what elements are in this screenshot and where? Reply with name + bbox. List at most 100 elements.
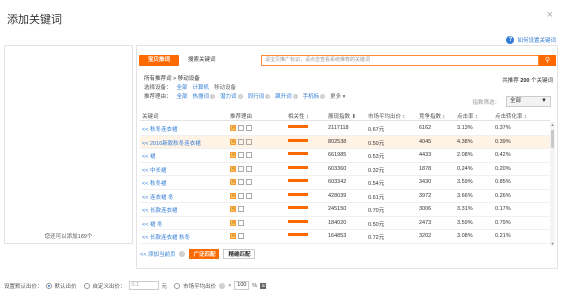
col-relevance[interactable]: 相关性 ↕ xyxy=(288,112,309,120)
relevance-bar xyxy=(288,192,292,196)
relevance-bars xyxy=(288,165,308,169)
table-row[interactable]: << 长款连衣裙 热 245150 0.70元 3006 3.31% 0.17% xyxy=(140,203,550,217)
keyword-add-link[interactable]: << 2016新款秋冬连衣裙 xyxy=(142,139,201,147)
radio-market-bid[interactable] xyxy=(174,282,181,289)
col-price[interactable]: 市场平均出价 ↕ xyxy=(368,112,405,120)
competition-index: 4433 xyxy=(419,152,432,158)
reason-mobile[interactable]: 手机标? xyxy=(303,93,326,102)
relevance-bar xyxy=(292,179,296,182)
percent-input[interactable]: 100 xyxy=(234,281,250,290)
col-cvr[interactable]: 点击转化率 ↕ xyxy=(495,112,527,120)
reason-tags: 热 xyxy=(230,152,252,158)
relevance-bar xyxy=(292,152,296,155)
table-row[interactable]: << 长款连衣裙 秋冬 热 164853 0.72元 3202 3.08% 0.21% xyxy=(140,230,550,244)
add-current-page-button[interactable]: << 添加当前页 xyxy=(140,250,175,258)
relevance-bar xyxy=(300,219,304,223)
search-icon[interactable]: ⚲ xyxy=(539,55,556,66)
custom-bid-input[interactable]: 0.1 xyxy=(128,281,159,290)
more-dropdown[interactable]: 更多 ▾ xyxy=(330,93,345,102)
index-filter-select[interactable]: 全部 ▼ xyxy=(506,96,551,107)
hot-tag-icon: 热 xyxy=(230,152,236,158)
help-link[interactable]: ? 如何设置关键词 xyxy=(506,36,556,44)
table-row[interactable]: << 连衣裙 冬 热 428039 0.61元 3972 3.66% 0.26% xyxy=(140,190,550,203)
search-input[interactable]: 请宝贝推广标识，请点击查看系统推荐的关键词 xyxy=(261,55,539,66)
col-impression[interactable]: 展现指数 ⬇ xyxy=(328,112,356,120)
radio-custom-bid[interactable] xyxy=(83,282,90,289)
click-rate: 3.08% xyxy=(457,233,473,239)
hot-tag-icon: 热 xyxy=(230,233,236,239)
table-footer: << 添加当前页 ? 广泛匹配 精确匹配 xyxy=(140,249,256,259)
device-mobile[interactable]: 移动设备 xyxy=(214,84,236,93)
click-rate: 2.08% xyxy=(457,152,473,158)
device-all[interactable]: 全部 xyxy=(177,84,188,93)
impression-index: 2117118 xyxy=(328,125,349,131)
reason-all[interactable]: 全部 xyxy=(177,93,188,102)
keyword-add-link[interactable]: << 长款连衣裙 xyxy=(142,206,177,214)
reason-tags: 热 xyxy=(230,233,244,239)
broad-match-button[interactable]: 广泛匹配 xyxy=(189,249,220,259)
avg-price: 0.53元 xyxy=(368,154,385,160)
unit-label: 元 xyxy=(161,283,168,290)
relevance-bar xyxy=(296,192,300,196)
keyword-add-link[interactable]: << 连衣裙 冬 xyxy=(142,193,173,201)
device-tag-icon xyxy=(238,192,244,199)
col-reason[interactable]: 推荐理由 xyxy=(230,112,252,120)
scroll-thumb xyxy=(551,130,554,148)
keyword-add-link[interactable]: << 裙 冬 xyxy=(142,220,162,228)
device-pc[interactable]: 计算机 xyxy=(193,84,210,93)
col-competition[interactable]: 竞争指数 ↕ xyxy=(419,112,445,120)
table-row[interactable]: << 裙 冬 热 184020 0.50元 2473 3.59% 0.79% xyxy=(140,217,550,230)
keyword-add-link[interactable]: << 裙 xyxy=(142,152,155,160)
col-ctr[interactable]: 点击率 ↕ xyxy=(457,112,478,120)
impression-index: 603342 xyxy=(328,179,347,185)
avg-price: 0.67元 xyxy=(368,127,385,133)
impression-index: 428039 xyxy=(328,192,347,199)
relevance-bar xyxy=(296,138,300,142)
relevance-bar xyxy=(288,152,292,155)
device-tag-icon xyxy=(246,125,252,131)
keyword-add-link[interactable]: << 长款连衣裙 秋冬 xyxy=(142,233,190,241)
info-icon: ? xyxy=(320,94,326,100)
relevance-bar xyxy=(292,125,296,128)
keyword-add-link[interactable]: << 秋冬连衣裙 xyxy=(142,125,177,133)
impression-index: 184020 xyxy=(328,219,347,226)
relevance-bar xyxy=(296,152,300,155)
conversion-rate: 0.42% xyxy=(495,152,511,158)
relevance-bar xyxy=(300,125,304,128)
help-label[interactable]: 如何设置关键词 xyxy=(517,36,556,44)
tab-search-keyword[interactable]: 搜索关键词 xyxy=(179,55,225,66)
default-bid-settings: 设置默认出价： 默认出价 自定义出价： 0.1 元 市场平均出价 ? × 100… xyxy=(4,281,267,290)
reason-peer[interactable]: 同行词? xyxy=(248,93,271,102)
reason-rising[interactable]: 飙升词? xyxy=(275,93,298,102)
impression-index: 603360 xyxy=(328,165,347,172)
help-icon: ? xyxy=(506,36,515,44)
impression-index: 245150 xyxy=(328,206,347,212)
competition-index: 6162 xyxy=(419,125,432,131)
hot-tag-icon: 热 xyxy=(230,179,236,185)
relevance-bar xyxy=(292,192,296,196)
keyword-add-link[interactable]: << 秋冬裙 xyxy=(142,179,166,187)
close-icon[interactable]: × xyxy=(547,9,553,21)
dialog-title: 添加关键词 xyxy=(7,14,62,26)
index-filter-label: 指数筛选： xyxy=(472,100,500,106)
table-row[interactable]: << 2016新款秋冬连衣裙 热 802538 0.50元 4045 4.38% 0.39% xyxy=(140,135,550,149)
tab-item-recommend[interactable]: 宝贝推词 xyxy=(139,55,180,66)
device-tag-icon xyxy=(246,192,252,199)
calculator-icon[interactable]: ⊞ xyxy=(260,282,267,289)
reason-hot[interactable]: 热搜词? xyxy=(193,93,216,102)
keyword-add-link[interactable]: << 中长裙 xyxy=(142,166,166,174)
relevance-bar xyxy=(300,138,304,142)
scroll-up-icon: ▲ xyxy=(550,122,555,127)
relevance-bar xyxy=(304,206,308,209)
radio-default-bid[interactable] xyxy=(45,282,52,289)
info-icon: ? xyxy=(179,251,186,257)
col-keyword[interactable]: 关键词 xyxy=(142,112,159,120)
table-row[interactable]: << 中长裙 热 603360 0.32元 1878 0.24% 0.20% xyxy=(140,163,550,176)
table-row[interactable]: << 秋冬裙 热 603342 0.54元 3430 3.59% 0.85% xyxy=(140,176,550,190)
reason-potential[interactable]: 潜力词? xyxy=(220,93,243,102)
scrollbar[interactable]: ▲ ▼ xyxy=(550,122,555,246)
device-tag-icon xyxy=(246,179,252,185)
exact-match-button[interactable]: 精确匹配 xyxy=(223,249,256,259)
table-row[interactable]: << 秋冬连衣裙 热 2117118 0.67元 6162 3.13% 0.37% xyxy=(140,122,550,136)
table-row[interactable]: << 裙 热 661985 0.53元 4433 2.08% 0.42% xyxy=(140,149,550,163)
